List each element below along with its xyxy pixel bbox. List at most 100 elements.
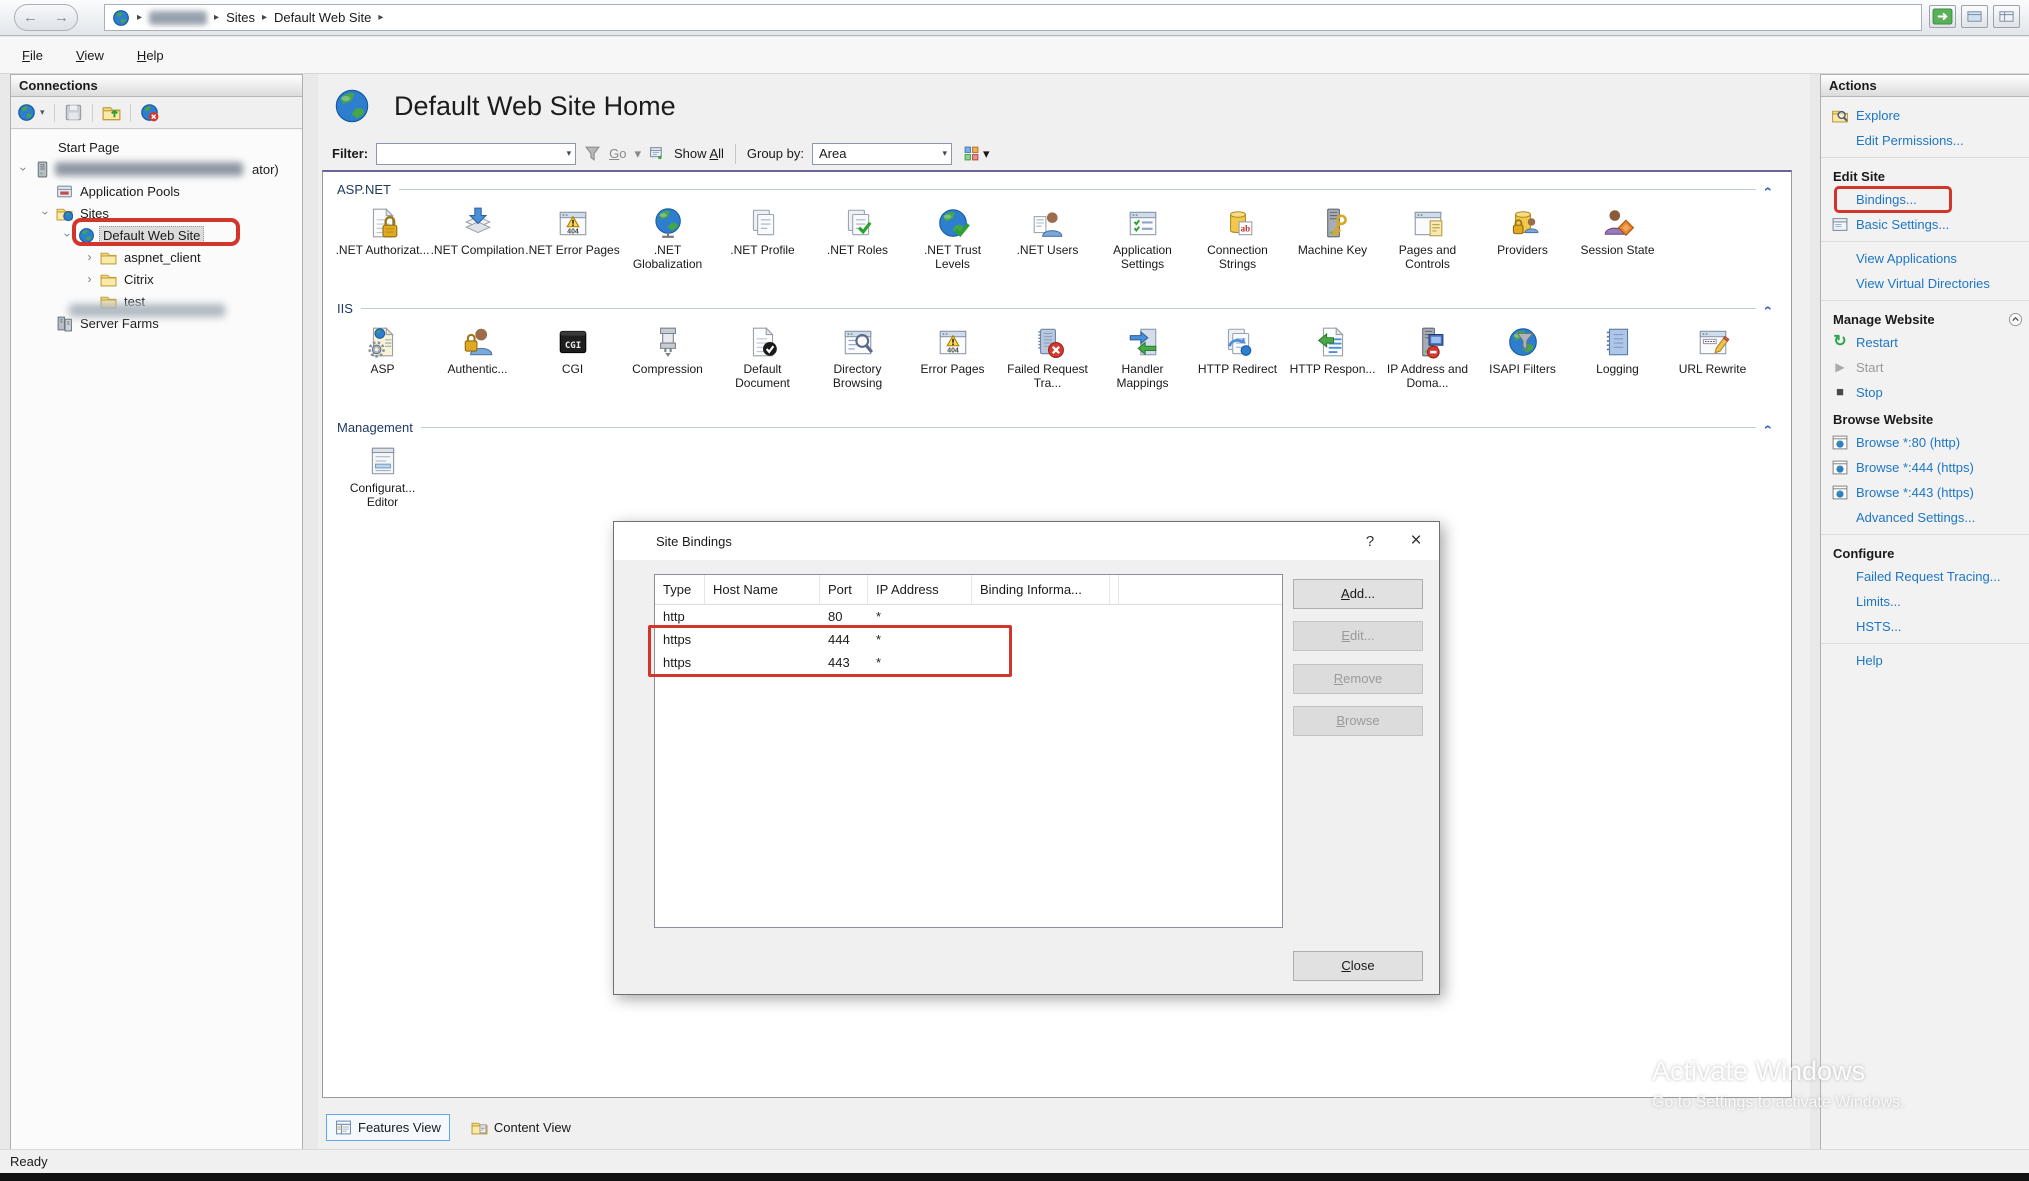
feature-item[interactable]: Authentic... (430, 325, 525, 407)
forward-button[interactable]: → (54, 10, 69, 25)
action-link[interactable]: Limits... (1821, 589, 2029, 614)
dialog-button[interactable]: Edit... (1293, 621, 1423, 651)
show-all-button[interactable]: Show All (674, 146, 724, 161)
tree-expander-icon[interactable]: › (61, 229, 75, 242)
feature-item[interactable]: Application Settings (1095, 206, 1190, 288)
view-tab[interactable]: Content View (462, 1114, 580, 1141)
tree-expander-icon[interactable]: › (17, 163, 31, 176)
feature-item[interactable]: Directory Browsing (810, 325, 905, 407)
dialog-button[interactable]: Remove (1293, 664, 1423, 694)
action-link[interactable]: Browse *:444 (https) (1821, 455, 2029, 480)
dialog-help-button[interactable]: ? (1347, 522, 1393, 560)
feature-item[interactable]: ISAPI Filters (1475, 325, 1570, 407)
feature-item[interactable]: .NET Trust Levels (905, 206, 1000, 288)
breadcrumb-item[interactable]: Sites ▸ (226, 10, 267, 25)
tree-node[interactable]: › ator) (11, 158, 302, 180)
action-link[interactable]: Browse *:80 (http) (1821, 430, 2029, 455)
feature-item[interactable]: CGI CGI (525, 325, 620, 407)
feature-item[interactable]: Failed Request Tra... (1000, 325, 1095, 407)
action-link[interactable]: ▶ Start (1821, 355, 2029, 380)
bindings-column-header[interactable]: Port (820, 575, 868, 604)
bindings-list[interactable]: TypeHost NamePortIP AddressBinding Infor… (654, 574, 1283, 928)
feature-item[interactable]: URL Rewrite (1665, 325, 1760, 407)
action-link[interactable]: Bindings... (1821, 187, 2029, 212)
breadcrumb-item[interactable]: ▸ (149, 11, 219, 25)
connect-to-server-icon[interactable] (17, 103, 36, 122)
menu-item[interactable]: View (76, 48, 104, 63)
dialog-button[interactable]: Browse (1293, 706, 1423, 736)
go-dropdown-icon[interactable]: ▾ (634, 146, 641, 162)
chevron-down-icon[interactable]: ▾ (983, 146, 990, 162)
tree-node[interactable]: Start Page (11, 136, 302, 158)
action-link[interactable]: ↻ Restart (1821, 330, 2029, 355)
feedback-button[interactable] (1929, 5, 1956, 28)
view-style-button[interactable]: ▾ (960, 142, 993, 165)
binding-row[interactable]: https 443 * (655, 651, 1282, 674)
disconnect-icon[interactable] (140, 103, 159, 122)
feature-item[interactable]: .NET Authorizat... (335, 206, 430, 288)
action-link[interactable]: Help (1821, 648, 2029, 673)
collapse-chevron-icon[interactable]: › (1759, 306, 1775, 311)
close-button[interactable]: Close (1293, 951, 1423, 981)
bindings-column-header[interactable]: IP Address (868, 575, 972, 604)
feature-item[interactable]: Providers (1475, 206, 1570, 288)
feature-item[interactable]: ab Connection Strings (1190, 206, 1285, 288)
tree-node[interactable]: Application Pools (11, 180, 302, 202)
tree-expander-icon[interactable]: › (83, 272, 96, 286)
collapse-chevron-icon[interactable]: › (1759, 425, 1775, 430)
tree-expander-icon[interactable]: › (39, 207, 53, 220)
feature-item[interactable]: Logging (1570, 325, 1665, 407)
feature-item[interactable]: .NET Roles (810, 206, 905, 288)
feature-item[interactable]: Session State (1570, 206, 1665, 288)
action-link[interactable]: View Applications (1821, 246, 2029, 271)
action-link[interactable]: Explore (1821, 103, 2029, 128)
tree-node[interactable]: › Default Web Site (11, 224, 302, 246)
chevron-down-icon[interactable]: ▾ (942, 148, 947, 159)
feature-item[interactable]: Handler Mappings (1095, 325, 1190, 407)
group-toggle-icon[interactable] (2008, 312, 2023, 327)
feature-item[interactable]: Compression (620, 325, 715, 407)
collapse-chevron-icon[interactable]: › (1759, 187, 1775, 192)
action-link[interactable]: Advanced Settings... (1821, 505, 2029, 530)
dialog-titlebar[interactable]: Site Bindings ? × (614, 522, 1439, 560)
feature-item[interactable]: HTTP Redirect (1190, 325, 1285, 407)
action-link[interactable]: Failed Request Tracing... (1821, 564, 2029, 589)
group-by-select[interactable]: Area ▾ (812, 143, 952, 165)
action-link[interactable]: HSTS... (1821, 614, 2029, 639)
connect-dropdown-icon[interactable]: ▾ (40, 107, 45, 118)
bindings-column-header[interactable]: Binding Informa... (972, 575, 1110, 604)
feature-item[interactable]: 404 Error Pages (905, 325, 1000, 407)
tree-expander-icon[interactable]: › (83, 250, 96, 264)
tree-node[interactable]: › Citrix (11, 268, 302, 290)
action-link[interactable]: Edit Permissions... (1821, 128, 2029, 153)
save-connections-icon[interactable] (64, 103, 83, 122)
action-link[interactable]: View Virtual Directories (1821, 271, 2029, 296)
feature-item[interactable]: .NET Compilation (430, 206, 525, 288)
bindings-column-header[interactable]: Host Name (705, 575, 820, 604)
chevron-down-icon[interactable]: ▾ (567, 148, 572, 159)
feature-item[interactable]: Machine Key (1285, 206, 1380, 288)
breadcrumb-item[interactable]: Default Web Site ▸ (274, 10, 383, 25)
feature-item[interactable]: .NET Users (1000, 206, 1095, 288)
menu-item[interactable]: File (22, 48, 43, 63)
breadcrumb[interactable]: ▸ ▸ Sites ▸ Default Web Site ▸ (104, 4, 1922, 31)
menu-item[interactable]: Help (137, 48, 164, 63)
action-link[interactable]: ■ Stop (1821, 380, 2029, 405)
feature-item[interactable]: ASP (335, 325, 430, 407)
feature-item[interactable]: Configurat... Editor (335, 444, 430, 526)
feature-item[interactable]: HTTP Respon... (1285, 325, 1380, 407)
binding-row[interactable]: https 444 * (655, 628, 1282, 651)
tree-node[interactable]: › Sites (11, 202, 302, 224)
feature-item[interactable]: IP Address and Doma... (1380, 325, 1475, 407)
binding-row[interactable]: http 80 * (655, 605, 1282, 628)
view-tab[interactable]: Features View (326, 1114, 450, 1141)
feature-item[interactable]: .NET Globalization (620, 206, 715, 288)
action-link[interactable]: Browse *:443 (https) (1821, 480, 2029, 505)
go-button[interactable]: Go (609, 146, 626, 161)
up-level-icon[interactable] (102, 103, 121, 122)
filter-input[interactable]: ▾ (376, 143, 576, 165)
feature-item[interactable]: Default Document (715, 325, 810, 407)
action-link[interactable]: Basic Settings... (1821, 212, 2029, 237)
tree-node[interactable]: › aspnet_client (11, 246, 302, 268)
window-view-button[interactable] (1961, 5, 1988, 28)
